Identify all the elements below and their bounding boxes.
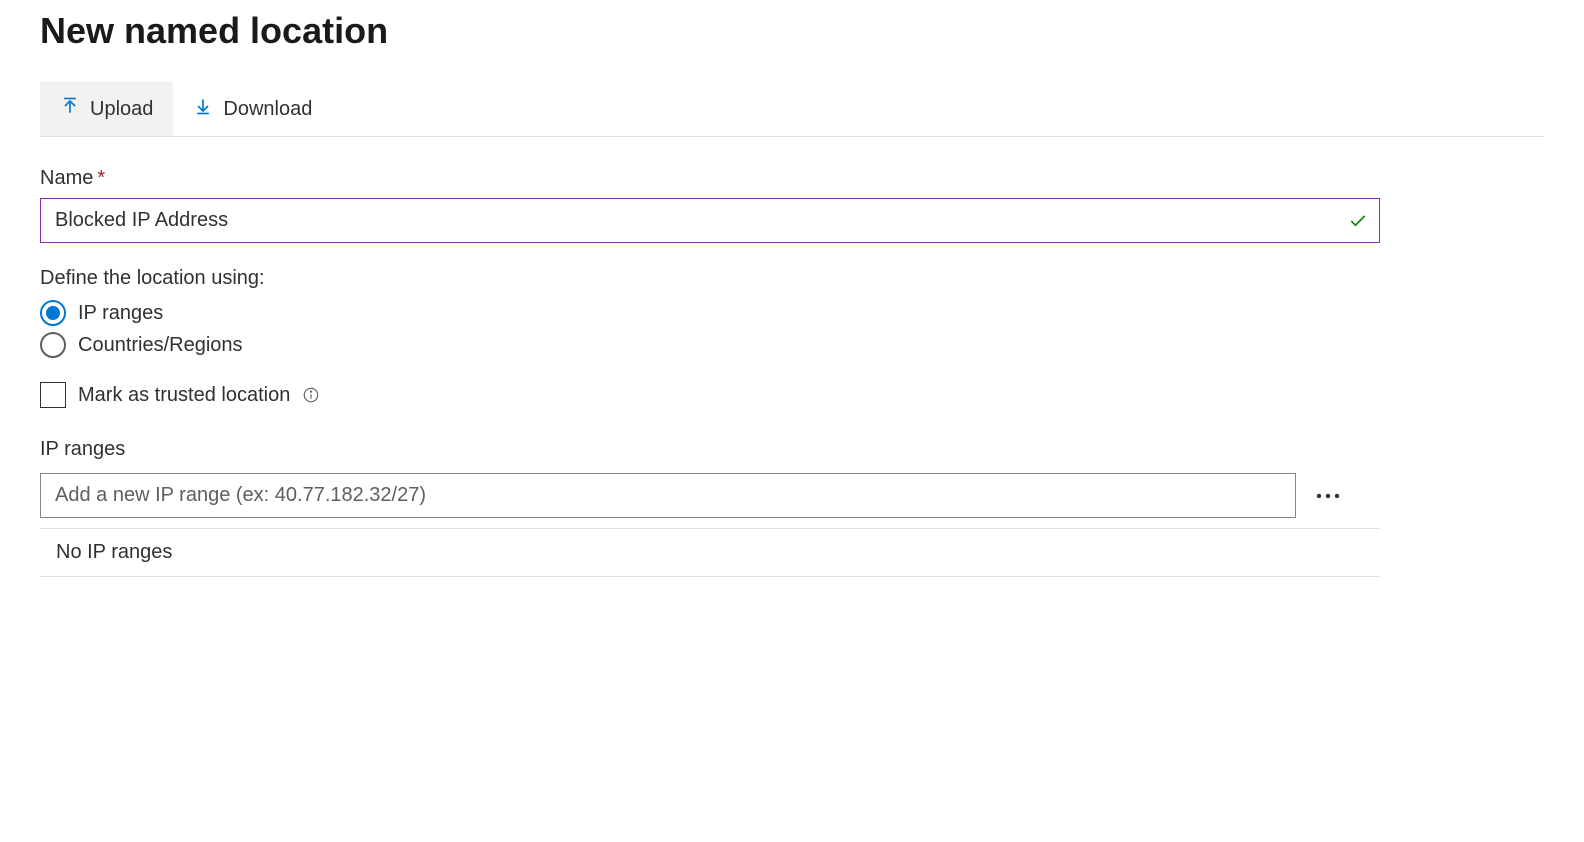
- form-section: Name* Define the location using: IP rang…: [40, 167, 1380, 577]
- radio-icon-unselected: [40, 332, 66, 358]
- radio-ip-ranges[interactable]: IP ranges: [40, 300, 1380, 326]
- radio-icon-selected: [40, 300, 66, 326]
- info-icon[interactable]: [302, 386, 320, 404]
- required-star-icon: *: [97, 167, 105, 189]
- name-input-wrap: [40, 198, 1380, 243]
- trusted-checkbox-row: Mark as trusted location: [40, 382, 1380, 408]
- name-label-text: Name: [40, 167, 93, 189]
- trusted-checkbox[interactable]: [40, 382, 66, 408]
- upload-label: Upload: [90, 98, 153, 121]
- name-label: Name*: [40, 167, 1380, 190]
- download-button[interactable]: Download: [173, 82, 332, 136]
- download-icon: [193, 96, 213, 122]
- ip-input-row: [40, 473, 1380, 518]
- radio-ip-label: IP ranges: [78, 302, 163, 325]
- radio-countries-label: Countries/Regions: [78, 334, 243, 357]
- ip-range-input[interactable]: [40, 473, 1296, 518]
- toolbar: Upload Download: [40, 82, 1544, 137]
- name-input[interactable]: [40, 198, 1380, 243]
- ellipsis-icon: [1314, 491, 1342, 501]
- page-title: New named location: [40, 10, 1544, 52]
- upload-button[interactable]: Upload: [40, 82, 173, 136]
- define-using-label: Define the location using:: [40, 267, 1380, 290]
- no-ip-ranges-row: No IP ranges: [40, 528, 1380, 577]
- download-label: Download: [223, 98, 312, 121]
- more-options-button[interactable]: [1310, 487, 1346, 505]
- ip-ranges-heading: IP ranges: [40, 438, 1380, 461]
- upload-icon: [60, 96, 80, 122]
- trusted-checkbox-label: Mark as trusted location: [78, 384, 290, 407]
- checkmark-icon: [1348, 211, 1368, 231]
- radio-countries-regions[interactable]: Countries/Regions: [40, 332, 1380, 358]
